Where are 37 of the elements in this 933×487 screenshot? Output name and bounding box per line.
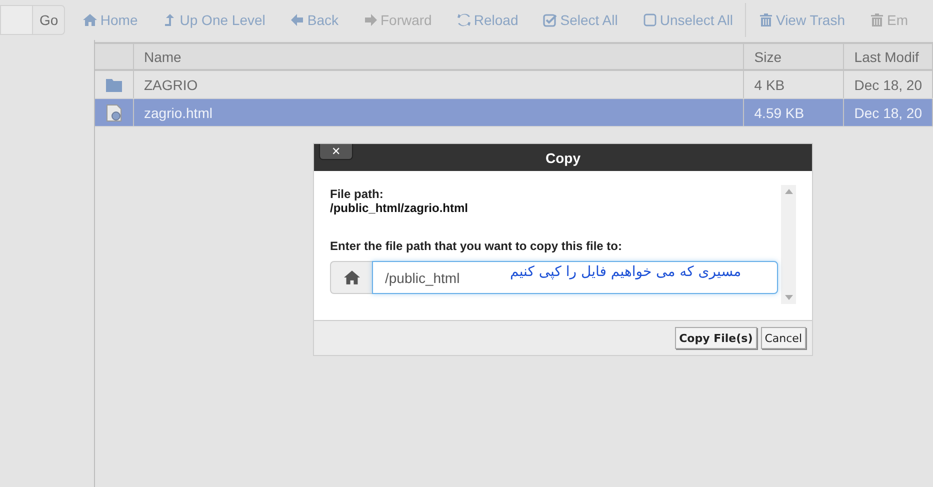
checked-box-icon bbox=[543, 13, 558, 27]
toolbar-button[interactable]: Home bbox=[83, 12, 138, 28]
go-button[interactable]: Go bbox=[32, 5, 66, 35]
toolbar-button[interactable]: Back bbox=[290, 12, 338, 28]
empty-box-icon bbox=[642, 13, 657, 27]
reload-icon bbox=[456, 13, 471, 27]
home-icon bbox=[83, 13, 98, 27]
home-icon bbox=[330, 261, 372, 294]
copy-files-button[interactable]: Copy File(s) bbox=[675, 327, 757, 349]
destination-prompt: Enter the file path that you want to copy this file to: bbox=[330, 239, 624, 253]
toolbar-button[interactable]: Unselect All bbox=[642, 12, 733, 28]
column-header[interactable]: Last Modif bbox=[844, 43, 932, 70]
dialog-title: Copy bbox=[546, 150, 580, 166]
trash-icon bbox=[758, 13, 773, 27]
up-arrow-icon bbox=[162, 13, 177, 27]
annotation-text: مسیری که می خواهیم فایل را کپی کنیم bbox=[510, 264, 742, 280]
right-arrow-icon bbox=[364, 13, 378, 27]
file-path: /public_html/zagrio.html bbox=[330, 201, 470, 215]
column-header[interactable]: Name bbox=[134, 43, 744, 70]
left-arrow-icon bbox=[290, 13, 304, 27]
toolbar-button[interactable]: View Trash bbox=[758, 12, 845, 28]
date-cell: Dec 18, 20 bbox=[844, 98, 932, 126]
close-button[interactable]: ✕ bbox=[319, 144, 353, 160]
toolbar-button[interactable]: Up One Level bbox=[162, 12, 266, 28]
file-name-cell[interactable]: zagrio.html bbox=[134, 98, 744, 126]
web-file-icon bbox=[105, 104, 123, 122]
search-field[interactable] bbox=[0, 5, 32, 35]
toolbar-button[interactable]: Reload bbox=[456, 12, 518, 28]
column-header[interactable]: Size bbox=[744, 43, 844, 70]
scroll-down-icon[interactable] bbox=[784, 295, 792, 300]
size-cell: 4.59 KB bbox=[744, 98, 844, 126]
scrollbar[interactable] bbox=[781, 185, 796, 304]
trash-icon bbox=[870, 13, 884, 27]
scroll-up-icon[interactable] bbox=[784, 189, 792, 194]
file-path-label: File path: bbox=[330, 187, 384, 201]
toolbar-button[interactable]: Select All bbox=[543, 12, 618, 28]
cancel-button[interactable]: Cancel bbox=[760, 327, 806, 349]
